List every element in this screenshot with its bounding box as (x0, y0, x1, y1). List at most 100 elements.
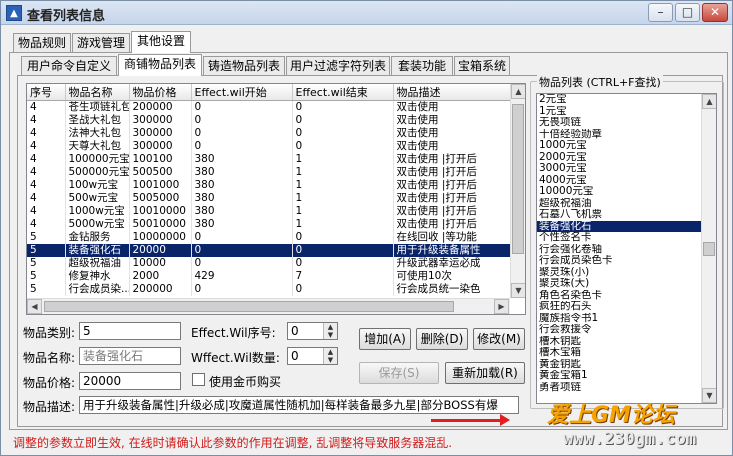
list-item[interactable]: 疯狂的石头 (537, 301, 716, 313)
list-item[interactable]: 黄金宝箱1 (537, 370, 716, 382)
tab-filter-words[interactable]: 用户过滤字符列表 (286, 56, 390, 76)
table-row[interactable]: 5 行会成员染... 200000 0 0 行会成员统一染色 (27, 282, 518, 296)
table-row[interactable]: 4 苍生项链礼包 200000 0 0 双击使用 (27, 100, 518, 114)
list-item[interactable]: 十倍经验勋章 (537, 129, 716, 141)
list-item[interactable]: 聚灵珠(小) (537, 267, 716, 279)
spin-arrows-icon[interactable]: ▲ ▼ (323, 323, 337, 339)
table-row[interactable]: 5 装备强化石 20000 0 0 用于升级装备属性 (27, 243, 518, 257)
table-cell: 在线回收 |等功能 (393, 230, 518, 244)
scroll-thumb[interactable] (512, 104, 524, 254)
scroll-up-icon[interactable]: ▲ (702, 94, 716, 109)
list-item[interactable]: 行会成员染色卡 (537, 255, 716, 267)
column-header[interactable]: 物品名称 (65, 84, 130, 101)
delete-button[interactable]: 删除(D) (416, 328, 468, 350)
table-cell: 双击使用 |打开后 (393, 191, 518, 205)
use-gold-checkbox[interactable] (192, 373, 205, 386)
maximize-button[interactable]: □ (675, 3, 700, 22)
tab-set-items[interactable]: 套装功能 (391, 56, 453, 76)
tab-shop-items[interactable]: 商铺物品列表 (118, 54, 202, 76)
table-row[interactable]: 4 100000元宝 100100 380 1 双击使用 |打开后 (27, 152, 518, 166)
close-button[interactable]: ✕ (702, 3, 728, 22)
scroll-up-icon[interactable]: ▲ (511, 84, 525, 99)
modify-button[interactable]: 修改(M) (473, 328, 525, 350)
list-item[interactable]: 装备强化石 (537, 220, 716, 232)
table-row[interactable]: 4 5000w元宝 50010000 380 1 双击使用 |打开后 (27, 217, 518, 231)
scroll-right-icon[interactable]: ▶ (494, 299, 509, 314)
table-row[interactable]: 5 超级祝福油 10000 0 0 升级武器幸运必成 (27, 256, 518, 270)
list-item[interactable]: 3000元宝 (537, 163, 716, 175)
scroll-down-icon[interactable]: ▼ (511, 283, 525, 298)
list-item[interactable]: 槽木钥匙 (537, 336, 716, 348)
table-cell: 4 (27, 204, 66, 218)
list-item[interactable]: 槽木宝箱 (537, 347, 716, 359)
description-label: 物品描述: (23, 400, 76, 414)
description-field[interactable]: 用于升级装备属性|升级必成|攻魔道属性随机加|每样装备最多九星|部分BOSS有爆 (79, 396, 519, 414)
column-header[interactable]: Effect.wil结束 (292, 84, 394, 101)
effect-count-stepper[interactable]: 0 ▲ ▼ (287, 347, 338, 365)
list-item[interactable]: 个性签名卡 (537, 232, 716, 244)
item-price-label: 物品价格: (23, 376, 76, 390)
scroll-left-icon[interactable]: ◀ (27, 299, 42, 314)
minimize-button[interactable]: – (648, 3, 673, 22)
table-row[interactable]: 4 法神大礼包 300000 0 0 双击使用 (27, 126, 518, 140)
watermark-logo: 爱上GM论坛 www.230gm.com (537, 397, 733, 453)
table-row[interactable]: 4 1000w元宝 10010000 380 1 双击使用 |打开后 (27, 204, 518, 218)
save-button[interactable]: 保存(S) (359, 362, 439, 384)
watermark-url: www.230gm.com (563, 429, 697, 449)
table-row[interactable]: 4 100w元宝 1001000 380 1 双击使用 |打开后 (27, 178, 518, 192)
category-field[interactable]: 5 (79, 322, 181, 340)
table-row[interactable]: 4 500w元宝 5005000 380 1 双击使用 |打开后 (27, 191, 518, 205)
column-header[interactable]: Effect.wil开始 (191, 84, 293, 101)
list-item[interactable]: 石墓八飞机票 (537, 209, 716, 221)
table-row[interactable]: 4 天尊大礼包 300000 0 0 双击使用 (27, 139, 518, 153)
list-item[interactable]: 聚灵珠(大) (537, 278, 716, 290)
scroll-thumb[interactable] (44, 301, 454, 312)
list-item[interactable]: 1000元宝 (537, 140, 716, 152)
item-price-field[interactable]: 20000 (79, 372, 181, 390)
tab-item-rules[interactable]: 物品规则 (13, 33, 71, 53)
shop-item-table[interactable]: 序号 物品名称 物品价格 Effect.wil开始 Effect.wil结束 物… (26, 83, 526, 315)
tab-user-commands[interactable]: 用户命令自定义 (21, 56, 117, 76)
list-item[interactable]: 4000元宝 (537, 175, 716, 187)
table-cell: 4 (27, 178, 66, 192)
item-list-scrollbar[interactable]: ▲ ▼ (701, 94, 716, 403)
table-row[interactable]: 5 金钻服务 10000000 0 0 在线回收 |等功能 (27, 230, 518, 244)
item-list[interactable]: 2元宝 1元宝 无畏项链 十倍经验勋章 1000元宝 2000元宝 3000元宝 4000元宝… (536, 93, 717, 404)
main-window: ▲ 查看列表信息 – □ ✕ 物品规则 游戏管理 其他设置 用户命令自定义 商铺… (0, 0, 733, 456)
scroll-thumb[interactable] (703, 242, 715, 256)
effect-index-stepper[interactable]: 0 ▲ ▼ (287, 322, 338, 340)
spin-arrows-icon[interactable]: ▲ ▼ (323, 348, 337, 364)
tab-forge-items[interactable]: 铸造物品列表 (203, 56, 285, 76)
list-item[interactable]: 1元宝 (537, 106, 716, 118)
list-item[interactable]: 角色名染色卡 (537, 290, 716, 302)
list-item[interactable]: 超级祝福油 (537, 198, 716, 210)
list-item[interactable]: 魔族指令书1 (537, 313, 716, 325)
tab-game-management[interactable]: 游戏管理 (72, 33, 130, 53)
tab-treasure-box[interactable]: 宝箱系统 (454, 56, 510, 76)
table-cell: 1001000 (129, 178, 192, 192)
item-name-field[interactable]: 装备强化石 (79, 347, 181, 365)
table-row[interactable]: 4 500000元宝 500500 380 1 双击使用 |打开后 (27, 165, 518, 179)
list-item[interactable]: 10000元宝 (537, 186, 716, 198)
list-item[interactable]: 行会强化卷轴 (537, 244, 716, 256)
table-vertical-scrollbar[interactable]: ▲ ▼ (510, 84, 525, 298)
title-bar[interactable]: ▲ 查看列表信息 – □ ✕ (1, 1, 732, 25)
list-item[interactable]: 2元宝 (537, 94, 716, 106)
effect-index-label: Effect.Wil序号: (191, 326, 276, 340)
table-row[interactable]: 5 修复神水 2000 429 7 可使用10次 (27, 269, 518, 283)
column-header[interactable]: 序号 (27, 84, 66, 101)
reload-button[interactable]: 重新加载(R) (445, 362, 525, 384)
list-item[interactable]: 黄金钥匙 (537, 359, 716, 371)
list-item[interactable]: 行会救援令 (537, 324, 716, 336)
list-item[interactable]: 勇者项链 (537, 382, 716, 394)
list-item[interactable]: 2000元宝 (537, 152, 716, 164)
tab-other-settings[interactable]: 其他设置 (131, 31, 191, 53)
table-cell: 200000 (129, 282, 192, 296)
table-cell: 0 (191, 243, 293, 257)
column-header[interactable]: 物品价格 (129, 84, 192, 101)
table-horizontal-scrollbar[interactable]: ◀ ▶ (27, 298, 510, 314)
column-header[interactable]: 物品描述 (393, 84, 518, 101)
table-row[interactable]: 4 圣战大礼包 300000 0 0 双击使用 (27, 113, 518, 127)
add-button[interactable]: 增加(A) (359, 328, 411, 350)
list-item[interactable]: 无畏项链 (537, 117, 716, 129)
